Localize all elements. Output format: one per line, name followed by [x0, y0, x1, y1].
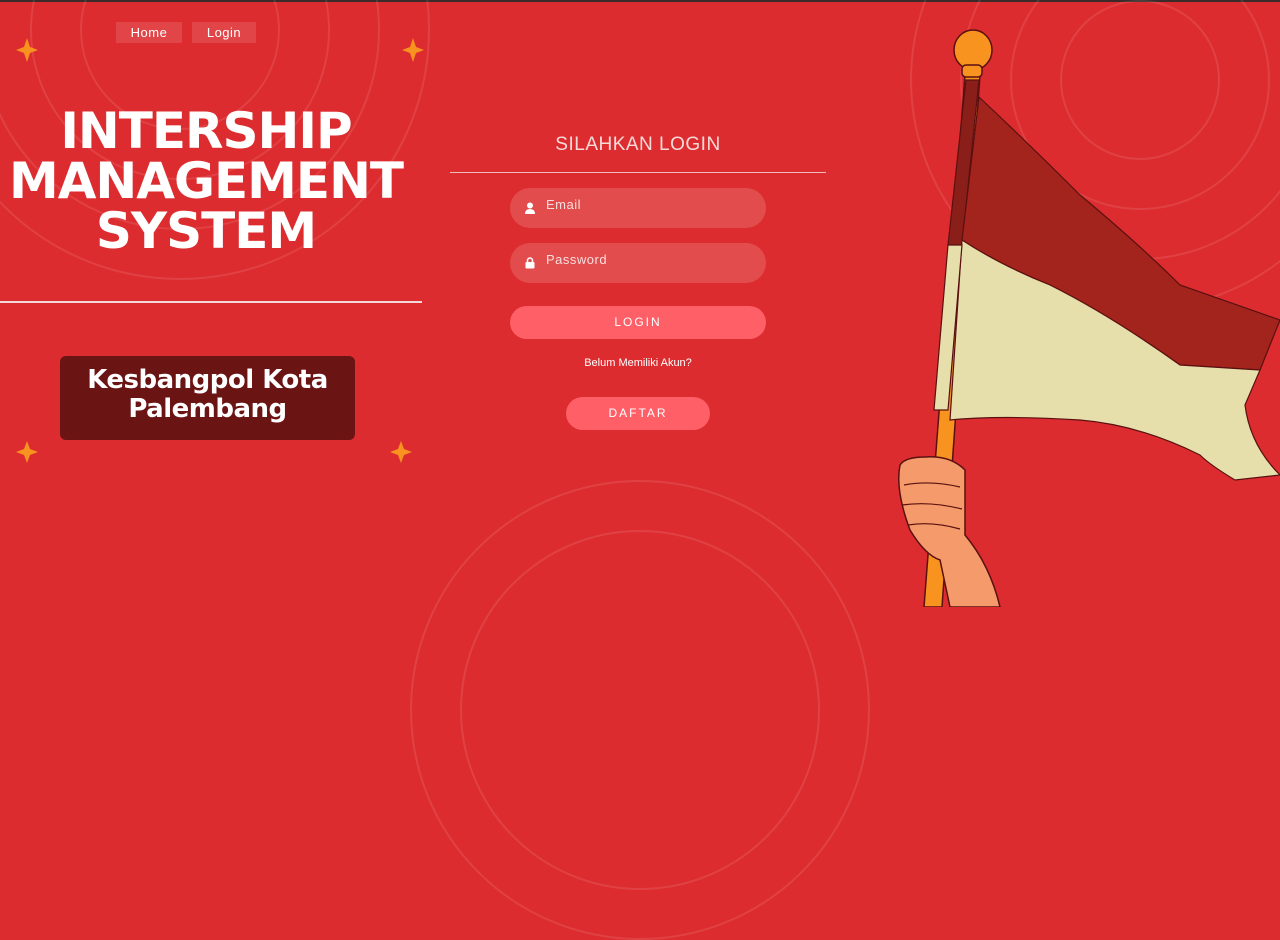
lock-icon: [525, 257, 535, 269]
nav-home-button[interactable]: Home: [116, 22, 182, 43]
sparkle-icon: [402, 38, 424, 62]
hero-title-line1: INTERSHIP: [60, 102, 352, 160]
flag-illustration: [898, 29, 1280, 607]
organization-name-line1: Kesbangpol Kota: [87, 365, 328, 395]
login-form-title: SILAHKAN LOGIN: [555, 134, 721, 155]
organization-name-line2: Palembang: [128, 394, 287, 424]
sparkle-icon: [16, 441, 38, 463]
hand-icon: [898, 456, 1001, 607]
login-button[interactable]: LOGIN: [510, 306, 766, 339]
no-account-text: Belum Memiliki Akun?: [584, 357, 692, 369]
sparkle-icon: [16, 38, 38, 62]
password-placeholder: Password: [546, 252, 608, 267]
login-form-divider: [450, 172, 826, 173]
hero-title-line2: MANAGEMENT: [8, 152, 404, 210]
nav-login-button[interactable]: Login: [192, 22, 256, 43]
hero-title-line3: SYSTEM: [95, 202, 317, 260]
hero-divider: [0, 301, 422, 303]
email-field[interactable]: Email: [510, 188, 766, 228]
password-field[interactable]: Password: [510, 243, 766, 283]
user-icon: [525, 202, 535, 214]
organization-badge: Kesbangpol Kota Palembang: [60, 356, 355, 440]
email-placeholder: Email: [546, 197, 582, 212]
sparkle-icon: [390, 441, 412, 463]
pole-finial-icon: [953, 29, 993, 71]
register-button[interactable]: DAFTAR: [566, 397, 710, 430]
